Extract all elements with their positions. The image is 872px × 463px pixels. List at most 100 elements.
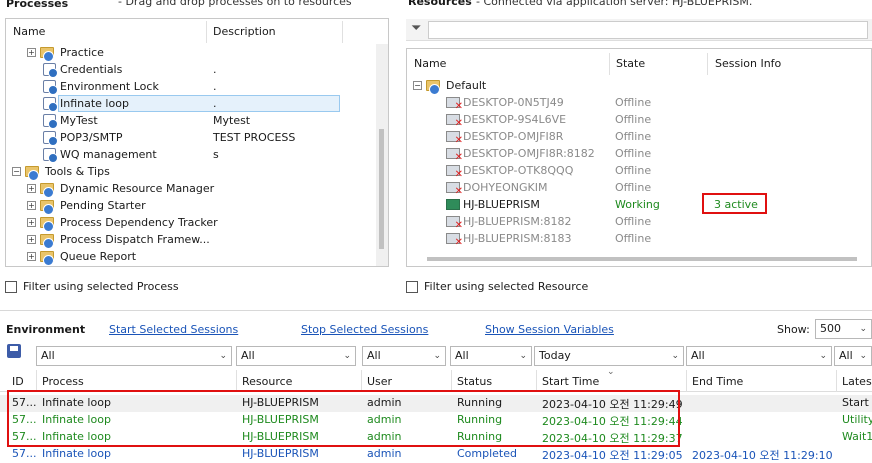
tree-expander[interactable]: + — [27, 184, 36, 193]
chevron-down-icon: ⌄ — [859, 351, 867, 361]
session-cell-status[interactable]: Completed — [457, 447, 517, 460]
process-item-name[interactable]: Practice — [60, 44, 104, 61]
tree-expander[interactable]: − — [12, 167, 21, 176]
column-header[interactable]: Status — [457, 375, 492, 388]
resource-state: Offline — [615, 113, 652, 126]
chevron-down-icon: ⌄ — [519, 351, 527, 361]
process-item-description: s — [213, 148, 219, 161]
computer-offline-icon — [446, 114, 463, 129]
processes-col-name[interactable]: Name — [13, 25, 45, 38]
tree-expander[interactable]: + — [27, 218, 36, 227]
column-header[interactable]: User — [367, 375, 392, 388]
sessions-header: ID Process Resource User Status Start Time End… — [0, 367, 872, 392]
chevron-down-icon: ⌄ — [671, 351, 679, 361]
tree-expander[interactable]: + — [27, 201, 36, 210]
globe-icon — [43, 187, 54, 198]
resource-name[interactable]: DESKTOP-0N5TJ49 — [463, 94, 564, 111]
processes-col-description[interactable]: Description — [213, 25, 276, 38]
filter-funnel-icon[interactable]: ⏷ — [411, 21, 421, 36]
process-item-name[interactable]: Infinate loop — [60, 95, 129, 112]
process-item-name[interactable]: Process Dependency Tracker — [60, 214, 218, 231]
processes-scroll-thumb[interactable] — [379, 129, 384, 249]
tree-expander[interactable]: + — [27, 235, 36, 244]
default-group-expander[interactable]: − — [413, 81, 422, 90]
column-filter-select[interactable]: All ⌄ — [686, 346, 832, 366]
globe-icon — [43, 204, 54, 215]
tree-expander[interactable]: + — [27, 48, 36, 57]
show-label: Show: — [777, 323, 810, 336]
process-item-name[interactable]: POP3/SMTP — [60, 129, 122, 146]
session-cell-latest[interactable]: Start — [842, 396, 869, 409]
resource-name[interactable]: HJ-BLUEPRISM — [463, 196, 540, 213]
process-item-name[interactable]: WQ management — [60, 146, 157, 163]
column-filter-select[interactable]: All ⌄ — [362, 346, 446, 366]
process-item-name[interactable]: Process Dispatch Framew... — [60, 231, 210, 248]
resource-name[interactable]: HJ-BLUEPRISM:8183 — [463, 230, 572, 247]
save-icon[interactable] — [7, 344, 21, 358]
column-filter-select[interactable]: All ⌄ — [36, 346, 232, 366]
column-header[interactable]: ID — [12, 375, 24, 388]
processes-scrollbar[interactable] — [376, 44, 388, 266]
process-item-description: . — [213, 80, 217, 93]
session-cell-latest[interactable]: Wait1 — [842, 430, 872, 443]
resources-hint: - Connected via application server: HJ-B… — [476, 0, 753, 8]
resources-title: Resources — [408, 0, 472, 8]
column-header[interactable]: Resource — [242, 375, 292, 388]
session-cell-resource[interactable]: HJ-BLUEPRISM — [242, 447, 319, 460]
computer-offline-icon — [446, 233, 463, 248]
process-item-name[interactable]: Queue Report — [60, 248, 136, 265]
computer-offline-icon — [446, 216, 463, 231]
resources-col-name[interactable]: Name — [414, 57, 446, 70]
resource-name[interactable]: DESKTOP-OTK8QQQ — [463, 162, 573, 179]
session-cell-id[interactable]: 57... — [12, 447, 37, 460]
filter-resource-checkbox[interactable] — [406, 281, 418, 293]
tree-expander[interactable]: + — [27, 252, 36, 261]
column-filter-select[interactable]: Today ⌄ — [534, 346, 684, 366]
processes-tree[interactable]: Name Description + Practice Credentials. En… — [5, 18, 389, 267]
column-header[interactable]: Process — [42, 375, 84, 388]
resource-name[interactable]: HJ-BLUEPRISM:8182 — [463, 213, 572, 230]
process-item-name[interactable]: Tools & Tips — [45, 163, 110, 180]
session-cell-user[interactable]: admin — [367, 447, 401, 460]
column-header[interactable]: Start Time — [542, 375, 599, 388]
process-item-description: TEST PROCESS — [213, 131, 296, 144]
resource-name[interactable]: DOHYEONGKIM — [463, 179, 547, 196]
start-sessions-link[interactable]: Start Selected Sessions — [109, 323, 238, 336]
column-header[interactable]: End Time — [692, 375, 743, 388]
column-filter-value: All — [41, 349, 55, 362]
process-item-name[interactable]: Dynamic Resource Manager — [60, 180, 214, 197]
column-filter-value: All — [839, 349, 853, 362]
resources-tree[interactable]: Name State Session Info − Default DESKTO… — [406, 48, 872, 267]
resources-toolbar: ⏷ — [406, 19, 872, 41]
filter-process-checkbox[interactable] — [5, 281, 17, 293]
resources-hscroll-thumb[interactable] — [427, 257, 857, 261]
resources-filter-input[interactable] — [428, 21, 868, 39]
resource-name[interactable]: DESKTOP-OMJFI8R — [463, 128, 563, 145]
column-filter-select[interactable]: All ⌄ — [834, 346, 872, 366]
processes-title: Processes — [6, 0, 69, 10]
show-session-variables-link[interactable]: Show Session Variables — [485, 323, 614, 336]
resource-state: Offline — [615, 164, 652, 177]
session-cell-process[interactable]: Infinate loop — [42, 447, 111, 460]
session-cell-end[interactable]: 2023-04-10 오전 11:29:10 — [692, 447, 833, 463]
resources-col-state[interactable]: State — [616, 57, 645, 70]
resources-col-session[interactable]: Session Info — [715, 57, 781, 70]
resource-name[interactable]: DESKTOP-9S4L6VE — [463, 111, 566, 128]
globe-icon — [43, 221, 54, 232]
stop-sessions-link[interactable]: Stop Selected Sessions — [301, 323, 428, 336]
resource-name[interactable]: DESKTOP-OMJFI8R:8182 — [463, 145, 595, 162]
globe-icon — [429, 84, 440, 95]
column-filter-select[interactable]: All ⌄ — [450, 346, 532, 366]
process-item-name[interactable]: Credentials — [60, 61, 122, 78]
session-cell-start[interactable]: 2023-04-10 오전 11:29:05 — [542, 447, 683, 463]
process-item-name[interactable]: Pending Starter — [60, 197, 146, 214]
show-count-select[interactable]: 500 ⌄ — [815, 319, 872, 339]
process-icon — [43, 63, 58, 78]
column-header[interactable]: Latest — [842, 375, 872, 388]
process-item-name[interactable]: MyTest — [60, 112, 98, 129]
process-item-name[interactable]: Environment Lock — [60, 78, 159, 95]
resources-group-default[interactable]: Default — [446, 77, 486, 94]
session-cell-latest[interactable]: Utility — [842, 413, 872, 426]
resource-state: Offline — [615, 147, 652, 160]
column-filter-select[interactable]: All ⌄ — [236, 346, 356, 366]
